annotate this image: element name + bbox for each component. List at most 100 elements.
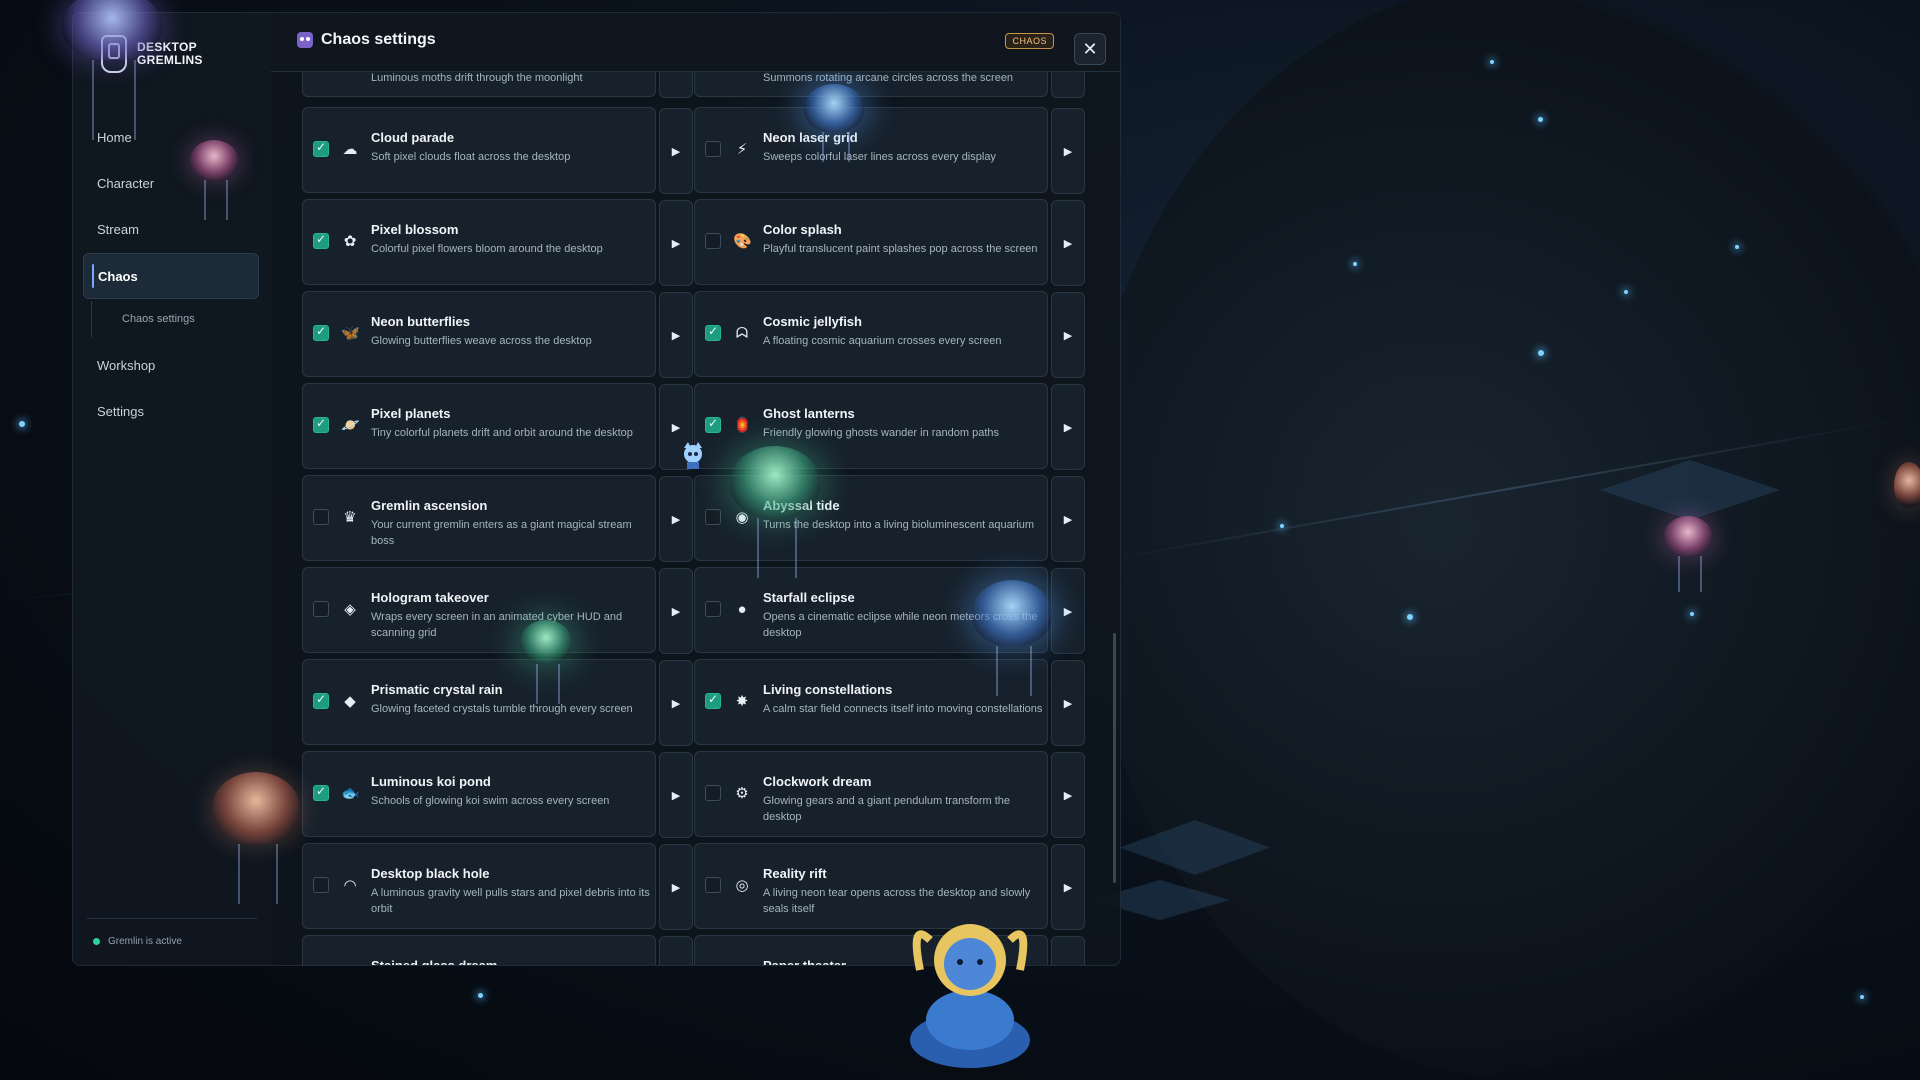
effect-card: 🪐 Pixel planets Tiny colorful planets drif… — [302, 383, 693, 470]
effect-icon: ◎ — [735, 877, 749, 894]
effect-description: Schools of glowing koi swim across every… — [371, 795, 610, 807]
preview-play-button[interactable]: ▶ — [1051, 476, 1085, 562]
preview-play-button[interactable]: ▶ — [659, 200, 693, 286]
effect-description: Wraps every screen in an animated cyber … — [371, 611, 623, 639]
jellyfish-sprite — [1664, 516, 1712, 592]
effect-toggle-checkbox[interactable] — [705, 601, 721, 617]
gremlin-character-sprite — [910, 924, 1030, 1068]
effect-card: ◆ Prismatic crystal rain Glowing faceted c… — [302, 659, 693, 746]
effect-toggle-checkbox[interactable] — [313, 601, 329, 617]
effect-toggle-checkbox[interactable] — [705, 692, 721, 709]
sidebar-item-workshop[interactable]: Workshop — [83, 343, 259, 387]
effect-description: Luminous moths drift through the moonlig… — [371, 72, 583, 84]
effect-description: A floating cosmic aquarium crosses every… — [763, 335, 1002, 347]
effect-card: Stained glass dream ▶ — [302, 935, 693, 965]
effect-card: ◈ Hologram takeover Wraps every screen in … — [302, 567, 693, 654]
jellyfish-sprite — [730, 446, 820, 578]
effect-name: Hologram takeover — [371, 590, 489, 605]
sidebar-subitem-chaos-settings[interactable]: Chaos settings — [91, 301, 259, 337]
effect-description: Turns the desktop into a living biolumin… — [763, 519, 1035, 531]
scrollbar[interactable] — [1113, 633, 1116, 883]
effect-description: Your current gremlin enters as a giant m… — [371, 519, 632, 547]
effect-description: Summons rotating arcane circles across t… — [763, 72, 1014, 84]
preview-play-button[interactable]: ▶ — [659, 752, 693, 838]
effect-toggle-checkbox[interactable] — [705, 416, 721, 433]
effect-toggle-checkbox[interactable] — [313, 416, 329, 433]
effect-icon: ♛ — [343, 509, 357, 526]
effect-name: Clockwork dream — [763, 774, 872, 789]
effect-card: ♛ Gremlin ascension Your current gremlin e… — [302, 475, 693, 562]
preview-play-button[interactable]: ▶ — [1051, 292, 1085, 378]
jellyfish-sprite — [212, 772, 300, 904]
star — [1624, 290, 1628, 294]
star — [1735, 245, 1739, 249]
preview-play-button[interactable]: ▶ — [659, 476, 693, 562]
chaos-badge: CHAOS — [1005, 33, 1054, 49]
preview-play-button[interactable]: ▶ — [1051, 844, 1085, 930]
star — [1860, 995, 1864, 999]
effect-toggle-checkbox[interactable] — [705, 141, 721, 157]
effect-toggle-checkbox[interactable] — [705, 233, 721, 249]
effect-card: ✸ Living constellations A calm star field … — [694, 659, 1085, 746]
effect-toggle-checkbox[interactable] — [313, 877, 329, 893]
effect-description: Friendly glowing ghosts wander in random… — [763, 427, 1000, 439]
effect-toggle-checkbox[interactable] — [705, 324, 721, 341]
effect-icon: ⚡ — [736, 141, 748, 158]
effect-icon: 🎨 — [733, 233, 752, 250]
preview-play-button[interactable]: ▶ — [659, 108, 693, 194]
effect-name: Pixel planets — [371, 406, 451, 421]
sidebar-item-stream[interactable]: Stream — [83, 207, 259, 251]
effect-icon: 🏮 — [733, 417, 752, 434]
close-button[interactable]: ✕ — [1074, 33, 1106, 65]
effect-toggle-checkbox[interactable] — [313, 509, 329, 525]
preview-play-button[interactable]: ▶ — [1051, 384, 1085, 470]
jellyfish-sprite — [972, 580, 1052, 696]
effect-toggle-checkbox[interactable] — [313, 784, 329, 801]
preview-play-button[interactable]: ▶ — [1051, 200, 1085, 286]
effect-toggle-checkbox[interactable] — [313, 140, 329, 157]
effect-description: Glowing butterflies weave across the des… — [371, 335, 592, 347]
preview-play-button[interactable]: ▶ — [1051, 568, 1085, 654]
gremlin-face-icon — [297, 32, 313, 48]
preview-play-button[interactable]: ▶ — [1051, 108, 1085, 194]
preview-play-button[interactable]: ▶ — [659, 844, 693, 930]
preview-play-button[interactable]: ▶ — [659, 292, 693, 378]
effect-toggle-checkbox[interactable] — [705, 877, 721, 893]
effect-name: Cloud parade — [371, 130, 455, 145]
effect-description: Soft pixel clouds float across the deskt… — [371, 151, 571, 163]
sidebar-subitem-label: Chaos settings — [122, 313, 195, 325]
status-dot-icon — [93, 938, 100, 945]
effect-card: 🦋 Neon butterflies Glowing butterflies wea… — [302, 291, 693, 378]
jellyfish-sprite — [62, 0, 162, 140]
effect-name: Neon butterflies — [371, 314, 470, 329]
sidebar-item-settings[interactable]: Settings — [83, 389, 259, 433]
star — [1280, 524, 1284, 528]
effect-name: Desktop black hole — [371, 866, 490, 881]
jellyfish-sprite — [520, 620, 572, 704]
effect-card: ◠ Desktop black hole A luminous gravity we… — [302, 843, 693, 930]
effect-toggle-checkbox[interactable] — [313, 692, 329, 709]
effect-icon: ◠ — [343, 877, 357, 894]
effect-toggle-checkbox[interactable] — [313, 232, 329, 249]
effect-toggle-checkbox[interactable] — [313, 324, 329, 341]
divider — [87, 918, 257, 919]
effect-name: Prismatic crystal rain — [371, 682, 503, 697]
background-planet — [1080, 0, 1920, 1080]
preview-play-button[interactable]: ▶ — [1051, 660, 1085, 746]
effect-description: Colorful pixel flowers bloom around the … — [371, 243, 603, 255]
preview-play-button[interactable]: ▶ — [659, 936, 693, 965]
preview-play-button[interactable]: ▶ — [1051, 752, 1085, 838]
effect-description: Sweeps colorful laser lines across every… — [763, 151, 996, 163]
effect-name: Ghost lanterns — [763, 406, 855, 421]
sidebar-item-chaos[interactable]: Chaos — [83, 253, 259, 299]
preview-play-button[interactable]: ▶ — [1051, 936, 1085, 965]
effect-name: Color splash — [763, 222, 842, 237]
effect-name: Starfall eclipse — [763, 590, 855, 605]
effect-toggle-checkbox[interactable] — [705, 509, 721, 525]
preview-play-button[interactable]: ▶ — [659, 568, 693, 654]
effect-toggle-checkbox[interactable] — [705, 785, 721, 801]
preview-play-button[interactable]: ▶ — [659, 660, 693, 746]
effect-card: ⚡ Neon laser grid Sweeps colorful laser li… — [694, 107, 1085, 194]
effect-name: Luminous koi pond — [371, 774, 491, 789]
effect-name: Living constellations — [763, 682, 893, 697]
